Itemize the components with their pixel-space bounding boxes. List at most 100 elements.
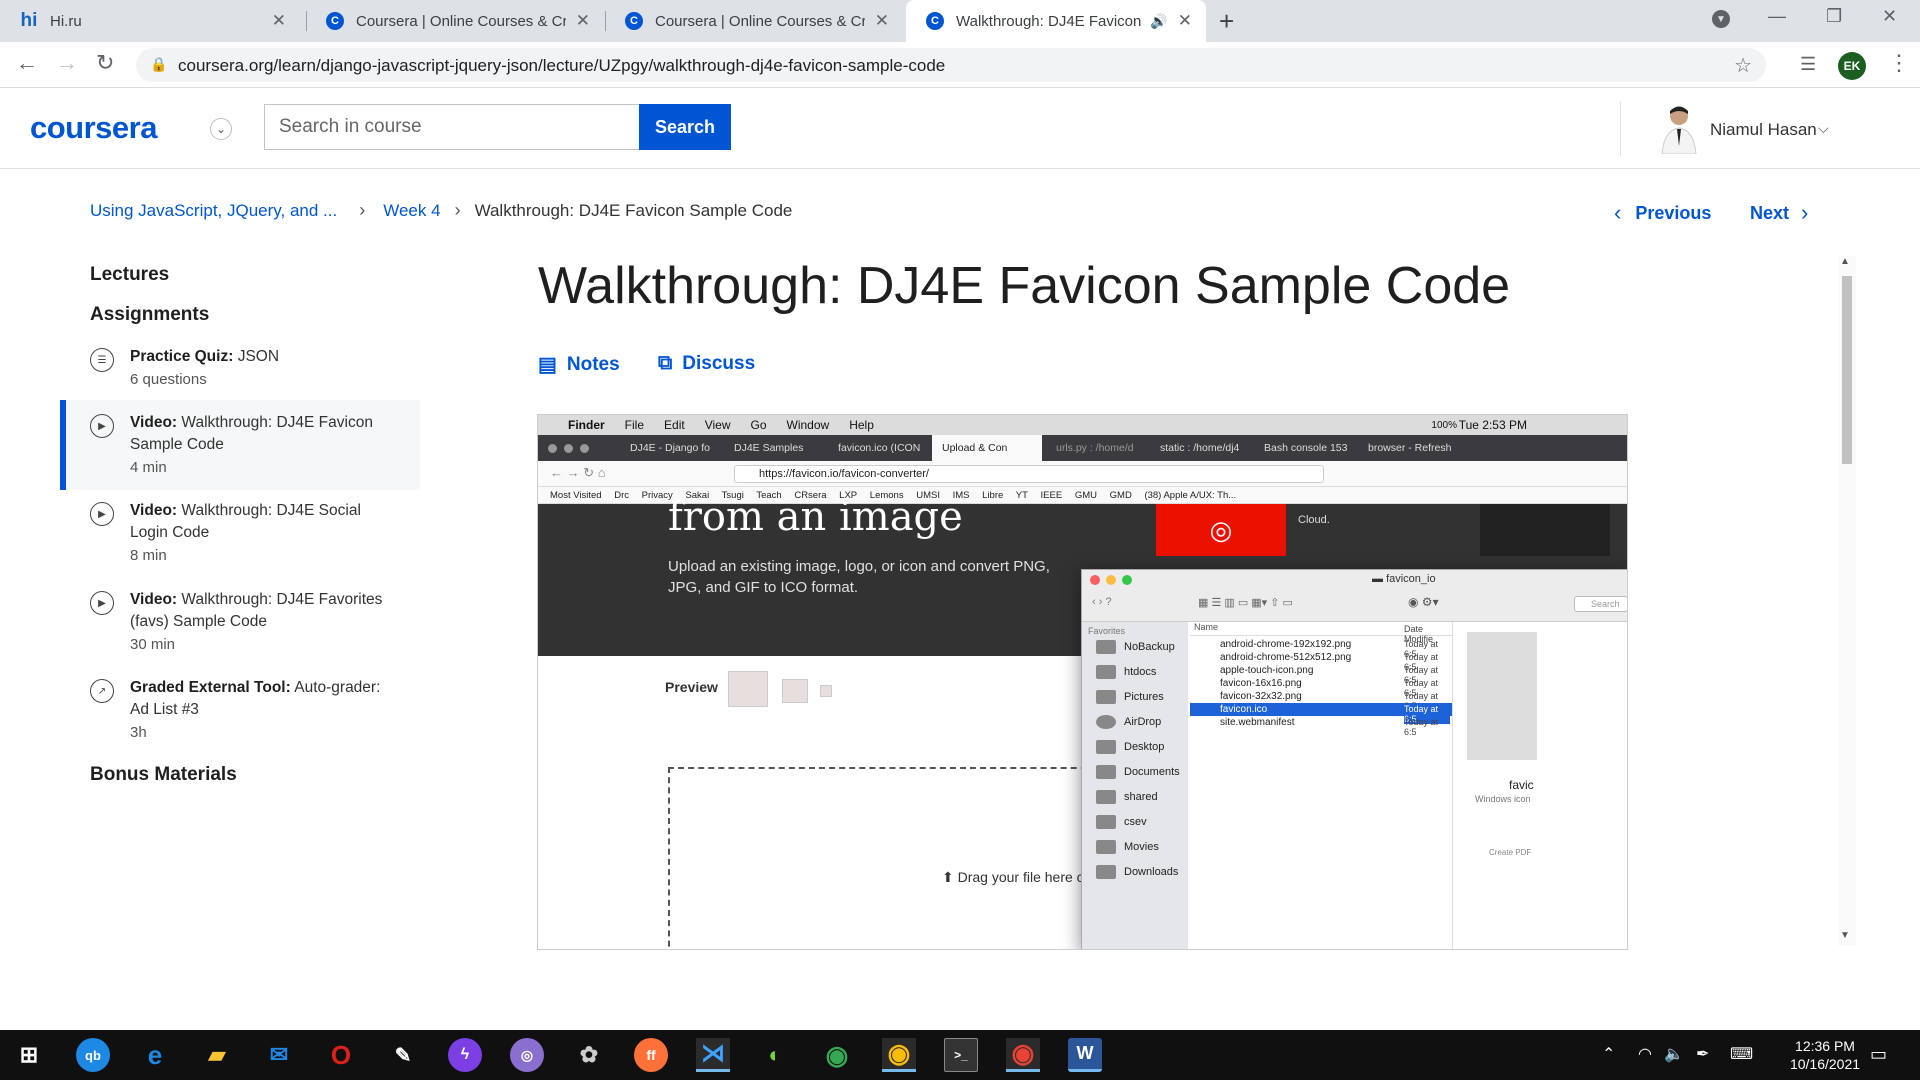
finder-side-label: Desktop	[1124, 741, 1165, 753]
item-type: Video:	[130, 591, 178, 608]
folder-icon: ▬	[1372, 573, 1387, 585]
notes-icon: ▤	[538, 354, 557, 376]
scroll-up-icon[interactable]: ▲	[1840, 256, 1850, 267]
terminal-icon[interactable]: >_	[944, 1038, 978, 1072]
finder-side-label: htdocs	[1124, 666, 1157, 678]
menubar-item: Help	[849, 418, 874, 432]
omnibox[interactable]: 🔒 coursera.org/learn/django-javascript-j…	[136, 48, 1766, 82]
video-player[interactable]: Finder File Edit View Go Window Help 100…	[537, 414, 1628, 950]
finder-sidebar: Favorites NoBackup htdocs Pictures AirDr…	[1082, 622, 1188, 949]
menubar-item: View	[704, 418, 731, 432]
scroll-down-icon[interactable]: ▼	[1840, 930, 1850, 941]
close-window-icon[interactable]: ✕	[1882, 6, 1897, 27]
scrollbar-thumb[interactable]	[1842, 276, 1852, 464]
mail-icon[interactable]: ✉	[262, 1038, 296, 1072]
github-icon[interactable]: ◎	[510, 1038, 544, 1072]
sidebar-assignments-heading[interactable]: Assignments	[90, 304, 209, 326]
reading-list-icon[interactable]: ☰	[1800, 54, 1816, 75]
finder-side-label: AirDrop	[1124, 716, 1162, 728]
breadcrumb-course-link[interactable]: Using JavaScript, JQuery, and ...	[90, 201, 337, 221]
windows-start-icon[interactable]: ⊞	[12, 1038, 46, 1072]
chrome-icon-2[interactable]: ◉	[882, 1038, 916, 1072]
traffic-light	[580, 444, 589, 453]
coursera-logo[interactable]: coursera	[30, 110, 157, 146]
close-tab-icon[interactable]: ✕	[1178, 11, 1192, 31]
notifications-icon[interactable]: ▭	[1870, 1044, 1887, 1065]
browser-tab-active[interactable]: C Walkthrough: DJ4E Favicon S 🔊 ✕	[906, 0, 1206, 42]
preview-thumb-medium	[782, 679, 808, 703]
back-icon[interactable]: ←	[16, 50, 38, 76]
item-meta: 6 questions	[130, 371, 207, 388]
chrome-icon[interactable]: ◉	[820, 1038, 854, 1072]
qb-icon[interactable]: qb	[76, 1038, 110, 1072]
restore-icon[interactable]: ❐	[1826, 6, 1842, 27]
chevron-down-icon[interactable]: ⌄	[210, 118, 232, 140]
browser-tab-hi-ru[interactable]: hi Hi.ru ✕	[0, 0, 300, 42]
previous-button[interactable]: ‹ Previous	[1614, 200, 1711, 226]
tray-chevron-icon[interactable]: ⌃	[1602, 1044, 1615, 1064]
chevron-down-icon[interactable]: ⌵	[1818, 120, 1829, 137]
forward-icon[interactable]: →	[56, 50, 78, 76]
finder-side-label: NoBackup	[1124, 641, 1175, 653]
sidebar-item-video-social-login[interactable]: ▶ Video: Walkthrough: DJ4E Social Login …	[60, 500, 420, 564]
network-icon[interactable]: ◠	[1638, 1044, 1652, 1064]
earth-icon[interactable]: ◐	[758, 1038, 792, 1072]
sidebar-lectures-heading[interactable]: Lectures	[90, 264, 169, 286]
file-explorer-icon[interactable]: ▰	[200, 1038, 234, 1072]
sidebar-item-text: Practice Quiz: JSON	[130, 346, 400, 368]
next-button[interactable]: Next ›	[1750, 200, 1808, 226]
word-icon[interactable]: W	[1068, 1038, 1102, 1072]
messenger-icon[interactable]: ϟ	[448, 1038, 482, 1072]
browser-tab-coursera-2[interactable]: C Coursera | Online Courses & Cred ✕	[605, 0, 903, 42]
browser-tab-coursera-1[interactable]: C Coursera | Online Courses & Cred ✕	[306, 0, 604, 42]
user-name[interactable]: Niamul Hasan	[1710, 120, 1817, 140]
sidebar-item-video-favicon[interactable]: ▶ Video: Walkthrough: DJ4E Favicon Sampl…	[60, 400, 420, 490]
keyboard-icon[interactable]: ⌨	[1730, 1044, 1753, 1064]
url-text[interactable]: coursera.org/learn/django-javascript-jqu…	[178, 56, 945, 76]
breadcrumb-week-link[interactable]: Week 4	[383, 201, 440, 221]
edge-icon[interactable]: e	[138, 1038, 172, 1072]
browser-menu-icon[interactable]: ⋮	[1888, 50, 1910, 76]
sidebar-item-external-tool[interactable]: ↗ Graded External Tool: Auto-grader: Ad …	[60, 677, 420, 741]
sidebar-bonus-heading[interactable]: Bonus Materials	[90, 764, 237, 786]
ff-tab: DJ4E Samples	[734, 442, 804, 454]
reload-icon[interactable]: ↻	[96, 50, 114, 76]
menubar-item: Edit	[664, 418, 685, 432]
sidebar-item-practice-quiz[interactable]: ☰ Practice Quiz: JSON 6 questions	[60, 346, 420, 388]
user-avatar[interactable]	[1656, 102, 1702, 154]
vscode-icon[interactable]: ⋊	[696, 1038, 730, 1072]
paint-icon[interactable]: ✿	[572, 1038, 606, 1072]
opera-icon[interactable]: O	[324, 1038, 358, 1072]
firefox-icon[interactable]: ff	[634, 1038, 668, 1072]
zoom-dot	[1122, 575, 1132, 585]
chevron-right-icon: ›	[359, 200, 366, 220]
chevron-left-icon: ‹	[1614, 200, 1622, 225]
sidebar-item-video-favorites[interactable]: ▶ Video: Walkthrough: DJ4E Favorites (fa…	[60, 589, 420, 653]
search-input[interactable]	[264, 104, 640, 150]
discuss-button[interactable]: ⧉ Discuss	[658, 352, 755, 375]
speaker-icon[interactable]: 🔊	[1150, 13, 1167, 30]
inkscape-icon[interactable]: ✎	[386, 1038, 420, 1072]
search-button[interactable]: Search	[639, 104, 731, 150]
minimize-icon[interactable]: —	[1768, 6, 1786, 27]
hero-heading: from an image	[668, 494, 963, 540]
preview-image	[1467, 632, 1537, 760]
item-type: Video:	[130, 414, 178, 431]
lock-icon[interactable]: 🔒	[150, 56, 167, 73]
close-tab-icon[interactable]: ✕	[272, 11, 286, 31]
tab-search-icon[interactable]: ▼	[1712, 10, 1730, 28]
sidebar-item-text: Video: Walkthrough: DJ4E Favorites (favs…	[130, 589, 400, 633]
notes-button[interactable]: ▤ Notes	[538, 352, 620, 377]
bookmark-star-icon[interactable]: ☆	[1734, 53, 1752, 78]
pen-icon[interactable]: ✒	[1696, 1044, 1709, 1064]
close-tab-icon[interactable]: ✕	[576, 11, 590, 31]
taskbar-clock[interactable]: 12:36 PM 10/16/2021	[1780, 1037, 1870, 1073]
new-tab-icon[interactable]: +	[1219, 6, 1234, 37]
volume-icon[interactable]: 🔈	[1664, 1044, 1684, 1064]
external-tool-icon: ↗	[90, 679, 114, 703]
preview-label: Preview	[665, 679, 718, 695]
traffic-light	[548, 444, 557, 453]
chrome-profile-icon[interactable]: ◉	[1006, 1038, 1040, 1072]
profile-avatar[interactable]: EK	[1838, 52, 1866, 80]
close-tab-icon[interactable]: ✕	[875, 11, 889, 31]
